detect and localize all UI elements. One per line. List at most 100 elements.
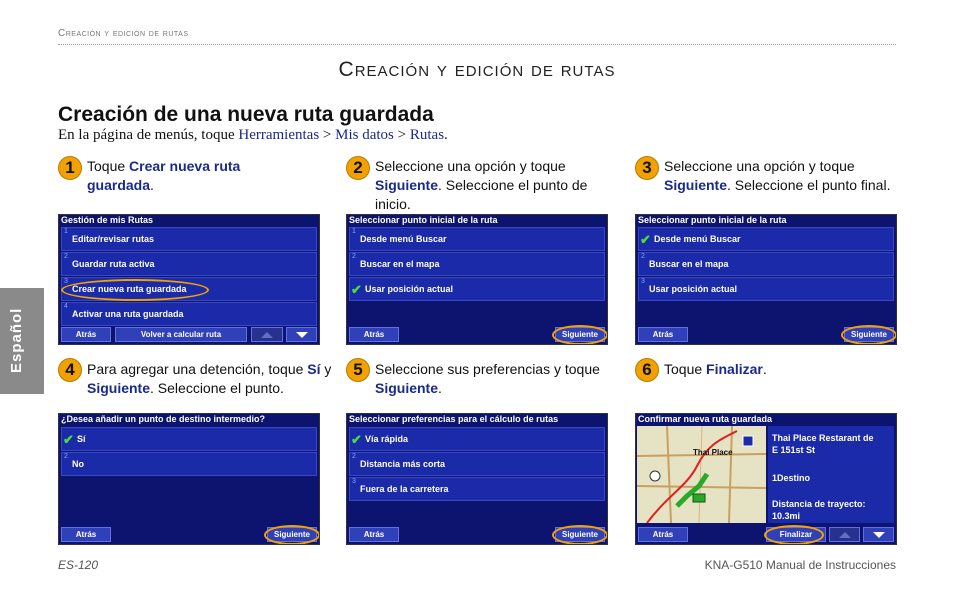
intro-sep: >	[319, 127, 336, 143]
menu-item-fuera-carretera[interactable]: 3 Fuera de la carretera	[349, 477, 605, 501]
step-text: .	[150, 177, 154, 193]
side-tab-label: Español	[8, 307, 25, 373]
item-label: Guardar ruta activa	[72, 259, 155, 269]
step-5-text: Seleccione sus preferencias y toque Sigu…	[375, 360, 605, 398]
menu-item-posicion-actual[interactable]: ✔ Usar posición actual	[349, 277, 605, 301]
scroll-down-button[interactable]	[863, 527, 894, 542]
step-6-text: Toque Finalizar.	[664, 360, 896, 379]
item-index: 3	[64, 278, 68, 285]
back-button[interactable]: Atrás	[638, 327, 688, 342]
step-text: Toque	[87, 158, 130, 174]
highlight-oval	[841, 325, 896, 344]
distance-label: Distancia de trayecto:	[772, 499, 866, 509]
language-side-tab: Español	[0, 288, 44, 394]
item-label: Desde menú Buscar	[654, 234, 741, 244]
step-1-text: Toque Crear nueva ruta guardada.	[87, 157, 287, 195]
screen-title: Seleccionar punto inicial de la ruta	[638, 215, 787, 225]
menu-item-distancia-corta[interactable]: 2 Distancia más corta	[349, 452, 605, 476]
header-rule	[58, 44, 896, 45]
menu-item-buscar-mapa[interactable]: 2 Buscar en el mapa	[349, 252, 605, 276]
step-number-6: 6	[635, 358, 659, 382]
screen-preferencias: Seleccionar preferencias para el cálculo…	[346, 413, 608, 545]
back-button[interactable]: Atrás	[638, 527, 688, 542]
page-number: ES-120	[58, 558, 99, 572]
manual-title: KNA-G510 Manual de Instrucciones	[704, 558, 896, 572]
check-icon: ✔	[63, 432, 74, 447]
item-index: 1	[352, 228, 356, 235]
step-keyword: Sí	[307, 361, 321, 377]
scroll-down-button[interactable]	[286, 327, 317, 342]
step-text: . Seleccione el punto.	[150, 380, 284, 396]
back-button[interactable]: Atrás	[61, 327, 111, 342]
intro-sep: >	[393, 127, 410, 143]
scroll-up-button[interactable]	[829, 527, 860, 542]
menu-item-guardar[interactable]: 2 Guardar ruta activa	[61, 252, 317, 276]
menu-item-activar[interactable]: 4 Activar una ruta guardada	[61, 302, 317, 326]
route-map[interactable]: Thai Place	[637, 426, 766, 523]
screen-title: Seleccionar punto inicial de la ruta	[349, 215, 498, 225]
item-label: Activar una ruta guardada	[72, 309, 184, 319]
destination-street: E 151st St	[772, 445, 816, 455]
menu-item-desde-buscar[interactable]: ✔ Desde menú Buscar	[638, 227, 894, 251]
destination-name: Thai Place Restarant de	[772, 433, 874, 443]
map-place-label: Thai Place	[693, 448, 733, 457]
step-text: .	[438, 380, 442, 396]
distance-value: 10.3mi	[772, 511, 801, 521]
step-2-text: Seleccione una opción y toque Siguiente.…	[375, 157, 615, 214]
scroll-up-button[interactable]	[251, 327, 283, 342]
step-text: Seleccione una opción y toque	[375, 158, 566, 174]
back-button[interactable]: Atrás	[61, 527, 111, 542]
menu-item-buscar-mapa[interactable]: 2 Buscar en el mapa	[638, 252, 894, 276]
step-3-text: Seleccione una opción y toque Siguiente.…	[664, 157, 896, 195]
menu-item-si[interactable]: ✔ Sí	[61, 427, 317, 451]
menu-item-via-rapida[interactable]: ✔ Vía rápida	[349, 427, 605, 451]
item-label: Usar posición actual	[365, 284, 454, 294]
screen-punto-final: Seleccionar punto inicial de la ruta ✔ De…	[635, 214, 897, 345]
destination-count: 1Destino	[772, 473, 811, 483]
menu-item-editar[interactable]: 1 Editar/revisar rutas	[61, 227, 317, 251]
item-label: No	[72, 459, 84, 469]
intro-herramientas: Herramientas	[238, 127, 320, 143]
step-number-1: 1	[58, 156, 82, 180]
item-label: Buscar en el mapa	[360, 259, 440, 269]
recalculate-button[interactable]: Volver a calcular ruta	[115, 327, 247, 342]
item-index: 2	[64, 453, 68, 460]
menu-item-posicion-actual[interactable]: 3 Usar posición actual	[638, 277, 894, 301]
step-4-text: Para agregar una detención, toque Sí y S…	[87, 360, 337, 398]
item-label: Editar/revisar rutas	[72, 234, 155, 244]
step-text: Para agregar una detención, toque	[87, 361, 308, 377]
map-drawing	[637, 426, 766, 523]
highlight-oval	[61, 279, 209, 301]
item-label: Usar posición actual	[649, 284, 738, 294]
check-icon: ✔	[351, 432, 362, 447]
menu-item-no[interactable]: 2 No	[61, 452, 317, 476]
screen-gestion-rutas: Gestión de mis Rutas 1 Editar/revisar rut…	[58, 214, 320, 345]
back-button[interactable]: Atrás	[349, 527, 399, 542]
step-keyword: Finalizar	[706, 361, 763, 377]
menu-item-desde-buscar[interactable]: 1 Desde menú Buscar	[349, 227, 605, 251]
item-index: 3	[641, 278, 645, 285]
running-header: Creación y edición de rutas	[58, 28, 189, 39]
arrow-down-icon	[872, 532, 885, 538]
step-keyword: Siguiente	[87, 380, 151, 396]
step-text: . Seleccione el punto final.	[727, 177, 891, 193]
back-button[interactable]: Atrás	[349, 327, 399, 342]
step-text: Seleccione sus preferencias y toque	[375, 361, 600, 377]
item-label: Sí	[77, 434, 86, 444]
screen-punto-intermedio: ¿Desea añadir un punto de destino interm…	[58, 413, 320, 545]
intro-text: En la página de menús, toque Herramienta…	[58, 127, 448, 144]
item-label: Distancia más corta	[360, 459, 446, 469]
check-icon: ✔	[640, 232, 651, 247]
item-label: Buscar en el mapa	[649, 259, 729, 269]
screen-confirmar-ruta: Confirmar nueva ruta guardada Thai Place…	[635, 413, 897, 545]
item-index: 3	[352, 478, 356, 485]
section-title: Creación de una nueva ruta guardada	[58, 103, 434, 126]
item-index: 4	[64, 303, 68, 310]
screen-title: Seleccionar preferencias para el cálculo…	[349, 414, 559, 424]
item-index: 2	[641, 253, 645, 260]
item-label: Fuera de la carretera	[360, 484, 449, 494]
route-info-panel: Thai Place Restarant de E 151st St 1Dest…	[768, 426, 894, 523]
step-number-2: 2	[346, 156, 370, 180]
screen-punto-inicial: Seleccionar punto inicial de la ruta 1 De…	[346, 214, 608, 345]
arrow-up-icon	[838, 532, 851, 538]
